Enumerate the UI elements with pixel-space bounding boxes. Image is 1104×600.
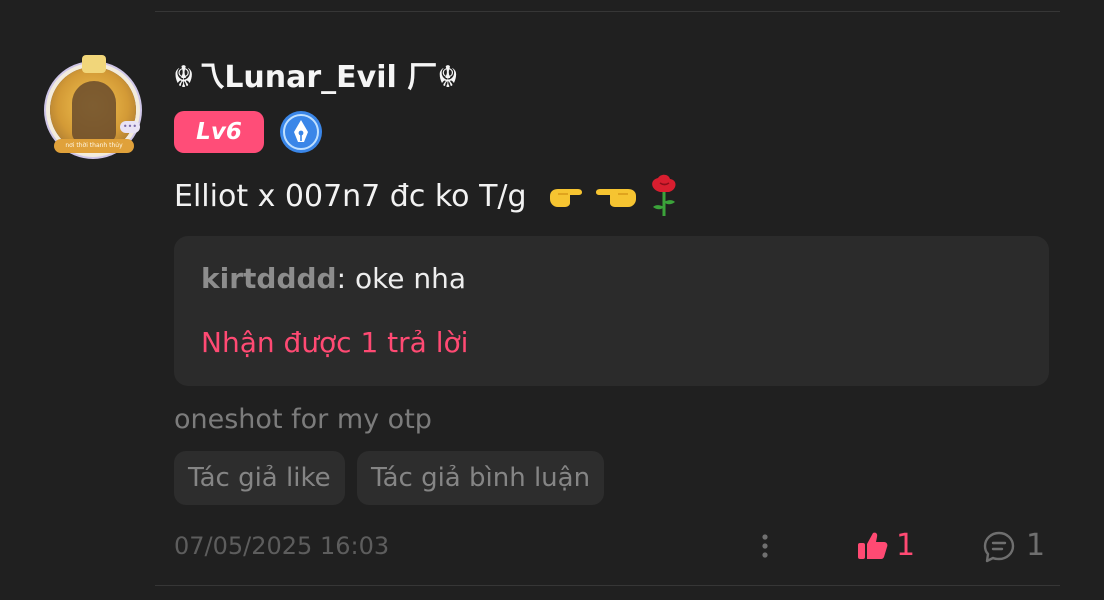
comment-bubble-icon: [983, 531, 1015, 563]
level-badge: Lv6: [174, 111, 264, 153]
reply-preview-box[interactable]: kirtdddd: oke nha Nhận được 1 trả lời: [174, 236, 1049, 386]
avatar-figure: [72, 81, 116, 143]
avatar-crown-icon: [82, 55, 106, 73]
emoji-row: [550, 174, 676, 216]
pointing-left-emoji-icon: [596, 189, 636, 207]
pen-nib-icon: [280, 111, 322, 153]
avatar-side-badge: •••: [120, 121, 140, 133]
reply-text: oke nha: [354, 262, 467, 295]
avatar-ribbon: nơi thời thanh thủy: [54, 139, 134, 153]
view-replies-link[interactable]: Nhận được 1 trả lời: [201, 326, 468, 359]
like-count: 1: [896, 528, 916, 563]
comment-author-name[interactable]: ☬乁Lunar_Evil 厂☬: [173, 58, 459, 98]
rose-emoji-icon: [652, 174, 676, 216]
author-liked-chip: Tác giả like: [174, 451, 345, 505]
user-avatar[interactable]: nơi thời thanh thủy •••: [46, 55, 142, 155]
comment-tag-text: oneshot for my otp: [174, 404, 432, 435]
reply-author-name[interactable]: kirtdddd: [201, 262, 337, 295]
reply-count: 1: [1026, 528, 1046, 563]
comment-timestamp: 07/05/2025 16:03: [174, 532, 390, 560]
thumbs-up-icon: [858, 532, 888, 559]
reply-preview-line: kirtdddd: oke nha: [201, 262, 466, 295]
more-vertical-icon[interactable]: [755, 530, 775, 562]
reply-separator: :: [336, 262, 355, 295]
top-divider: [155, 11, 1060, 12]
comment-text: Elliot x 007n7 đc ko T/g: [174, 179, 527, 214]
pointing-right-emoji-icon: [550, 189, 582, 207]
author-commented-chip: Tác giả bình luận: [357, 451, 605, 505]
bottom-divider: [155, 585, 1060, 586]
